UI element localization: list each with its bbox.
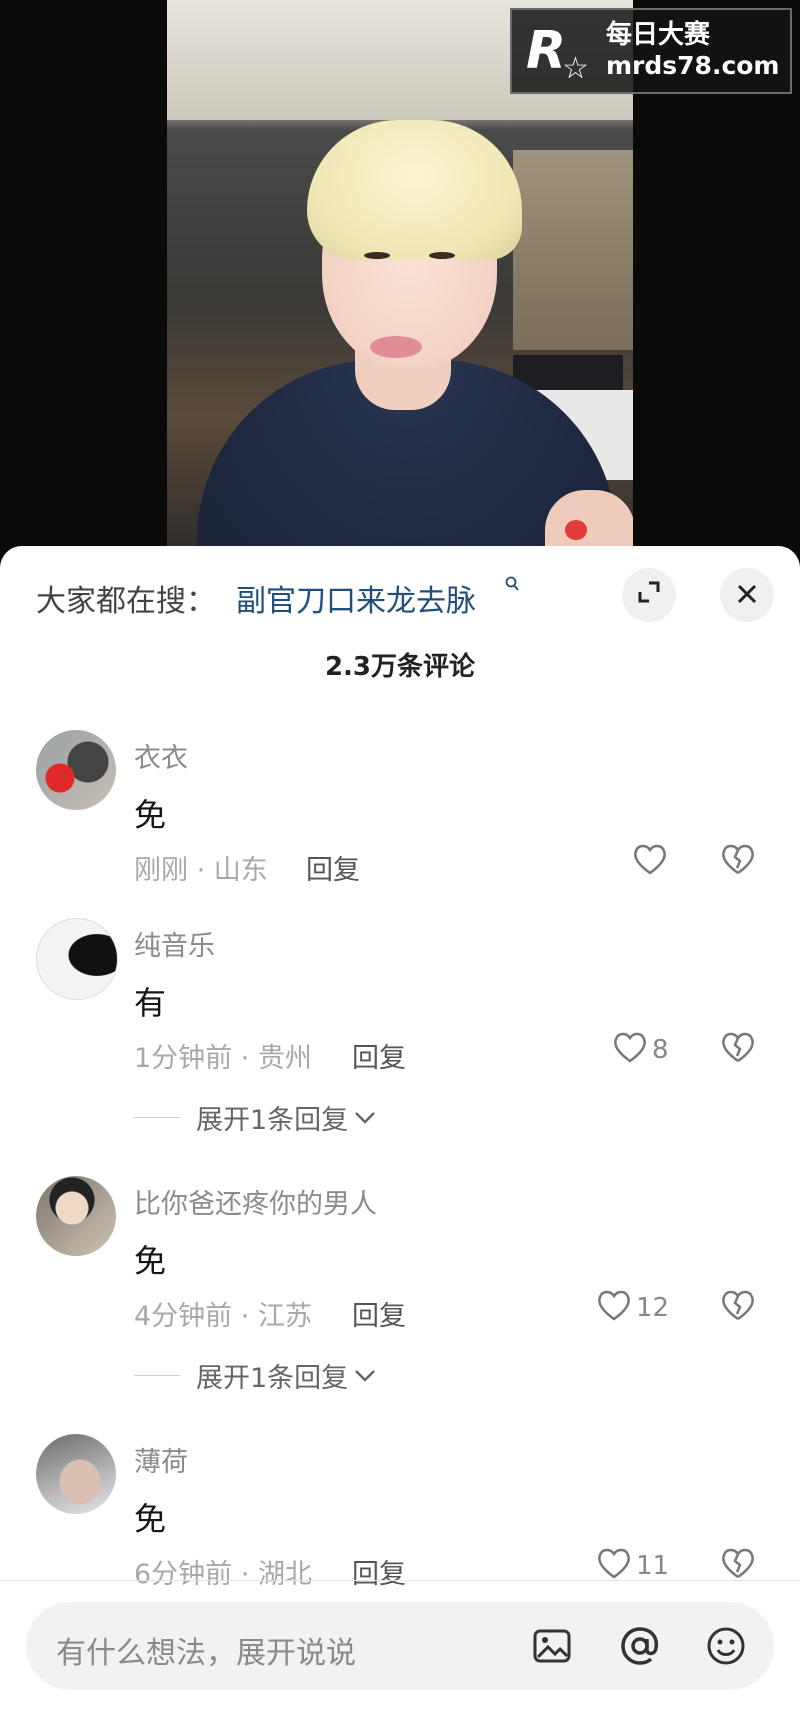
reply-button[interactable]: 回复: [352, 1294, 406, 1333]
like-button[interactable]: [632, 842, 668, 882]
chevron-down-icon: [354, 1364, 376, 1388]
dislike-button[interactable]: [720, 1288, 760, 1328]
expand-replies-button[interactable]: 展开1条回复: [134, 1356, 376, 1395]
like-button[interactable]: 12: [596, 1288, 669, 1328]
avatar[interactable]: [36, 918, 118, 1000]
close-icon: [736, 579, 758, 612]
comment-text: 免: [134, 796, 167, 834]
comment-text: 免: [134, 1500, 167, 1538]
expand-button[interactable]: [622, 568, 676, 622]
person-eye: [364, 252, 390, 259]
watermark-url: mrds78.com: [606, 51, 780, 80]
dislike-button[interactable]: [720, 1030, 760, 1070]
person-hair: [307, 120, 522, 260]
heart-icon: [596, 1288, 632, 1329]
comment-author[interactable]: 纯音乐: [134, 924, 215, 963]
sheet-header: 大家都在搜： 副官刀口来龙去脉: [0, 546, 800, 638]
expand-icon: [636, 579, 662, 612]
broken-heart-icon: [720, 844, 756, 880]
avatar[interactable]: [36, 1176, 116, 1256]
image-icon[interactable]: [528, 1622, 576, 1670]
comment-author[interactable]: 比你爸还疼你的男人: [134, 1182, 377, 1221]
person-nail: [565, 520, 587, 540]
broken-heart-icon: [720, 1032, 756, 1068]
reply-button[interactable]: 回复: [352, 1036, 406, 1075]
comment-text: 有: [134, 984, 167, 1022]
dislike-button[interactable]: [720, 842, 760, 882]
search-icon[interactable]: [505, 576, 519, 596]
comment-text: 免: [134, 1242, 167, 1280]
watermark-cn-text: 每日大赛: [606, 20, 711, 50]
reply-button[interactable]: 回复: [306, 848, 360, 887]
watermark: R ☆ 每日大赛 mrds78.com: [510, 8, 792, 94]
heart-icon: [612, 1030, 648, 1071]
expand-replies-button[interactable]: 展开1条回复: [134, 1098, 376, 1137]
like-count: 8: [652, 1035, 669, 1065]
video-player[interactable]: R ☆ 每日大赛 mrds78.com: [0, 0, 800, 560]
comment-count: 2.3万条评论: [324, 652, 476, 682]
comment-meta: 4分钟前 · 江苏: [134, 1301, 312, 1332]
comment-meta: 1分钟前 · 贵州: [134, 1043, 312, 1074]
person-eye: [429, 252, 455, 259]
comment-sheet: 大家都在搜： 副官刀口来龙去脉 2.3万条评论 衣衣 免 刚刚 · 山东 回复: [0, 546, 800, 1709]
chevron-down-icon: [354, 1106, 376, 1130]
comment-meta: 6分钟前 · 湖北: [134, 1559, 312, 1590]
broken-heart-icon: [720, 1290, 756, 1326]
emoji-icon[interactable]: [702, 1622, 750, 1670]
scene-wall: [513, 150, 633, 350]
comment-input-placeholder[interactable]: 有什么想法，展开说说: [56, 1628, 356, 1672]
heart-icon: [632, 842, 668, 883]
trending-search-prefix: 大家都在搜：: [36, 584, 216, 619]
input-divider: [0, 1580, 800, 1581]
comment-author[interactable]: 衣衣: [134, 736, 188, 775]
like-button[interactable]: 8: [612, 1030, 669, 1070]
like-count: 11: [636, 1551, 670, 1581]
comment-meta: 刚刚 · 山东: [134, 855, 268, 886]
at-icon[interactable]: [616, 1622, 664, 1670]
like-count: 12: [636, 1293, 670, 1323]
watermark-logo: R ☆: [526, 21, 589, 86]
trending-search-link[interactable]: 副官刀口来龙去脉: [236, 576, 476, 620]
avatar[interactable]: [36, 1434, 116, 1514]
avatar[interactable]: [36, 730, 116, 810]
close-button[interactable]: [720, 568, 774, 622]
reply-button[interactable]: 回复: [352, 1552, 406, 1591]
comment-input-bar[interactable]: 有什么想法，展开说说: [26, 1602, 774, 1690]
broken-heart-icon: [720, 1548, 756, 1584]
comment-author[interactable]: 薄荷: [134, 1440, 188, 1479]
person-lips: [370, 336, 422, 358]
